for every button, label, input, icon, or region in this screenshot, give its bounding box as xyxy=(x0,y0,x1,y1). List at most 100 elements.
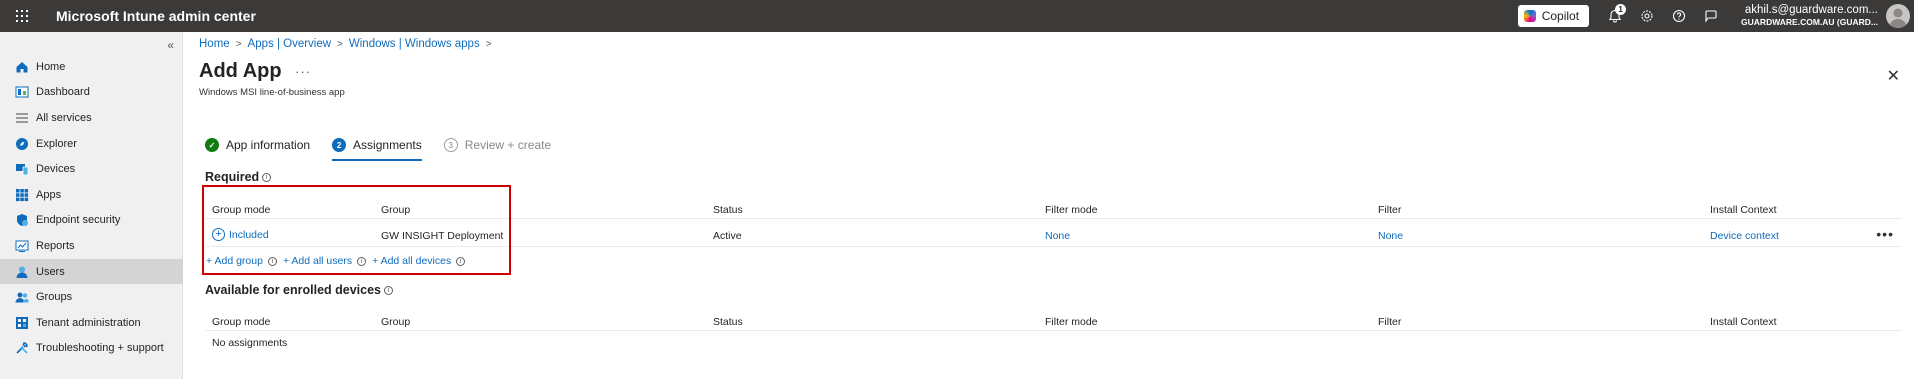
sidebar-item-label: Tenant administration xyxy=(36,316,141,329)
groups-icon xyxy=(14,289,30,305)
step-label: Review + create xyxy=(464,138,552,152)
wrench-icon xyxy=(14,340,30,356)
dashboard-icon xyxy=(14,84,30,100)
help-icon xyxy=(1672,9,1686,23)
column-header: Filter xyxy=(1378,316,1402,328)
sidebar-item-label: Home xyxy=(36,60,66,73)
available-section-title: Available for enrolled devices i xyxy=(205,283,393,297)
copilot-icon xyxy=(1523,10,1536,22)
column-header: Install Context xyxy=(1710,316,1777,328)
info-icon[interactable]: i xyxy=(262,172,272,182)
step-label: App information xyxy=(226,138,311,152)
sidebar: « Home Dashboard All services Explorer D… xyxy=(0,32,183,379)
install-context-link[interactable]: Device context xyxy=(1710,230,1779,242)
notifications-button[interactable]: 1 xyxy=(1599,0,1631,32)
sidebar-item-home[interactable]: Home xyxy=(0,54,183,80)
app-title[interactable]: Microsoft Intune admin center xyxy=(56,8,256,24)
shield-icon xyxy=(14,212,30,228)
sidebar-item-apps[interactable]: Apps xyxy=(0,182,183,208)
column-header: Group xyxy=(381,316,411,328)
column-header: Install Context xyxy=(1710,204,1777,216)
divider xyxy=(205,330,1902,331)
tab-app-information[interactable]: ✓ App information xyxy=(205,134,310,156)
person-icon xyxy=(1889,8,1907,28)
user-tenant: GUARDWARE.COM.AU (GUARD... xyxy=(1741,17,1878,27)
sidebar-item-label: Troubleshooting + support xyxy=(36,342,164,355)
step-label: Assignments xyxy=(353,138,422,152)
sidebar-item-label: Endpoint security xyxy=(36,214,121,227)
section-title-text: Required xyxy=(205,170,260,184)
info-icon[interactable]: i xyxy=(384,285,393,295)
main-content: Home > Apps | Overview > Windows | Windo… xyxy=(183,32,1914,379)
top-bar: Microsoft Intune admin center Copilot 1 … xyxy=(0,0,1914,32)
column-header: Filter xyxy=(1378,204,1402,216)
sidebar-item-endpoint-security[interactable]: Endpoint security xyxy=(0,208,183,234)
column-header: Status xyxy=(713,316,743,328)
explorer-icon xyxy=(14,136,30,152)
breadcrumb-windows-apps[interactable]: Windows | Windows apps xyxy=(349,38,480,50)
list-icon xyxy=(14,110,30,126)
chevron-right-icon: > xyxy=(337,38,343,50)
column-header: Group mode xyxy=(212,316,271,328)
close-icon[interactable]: ✕ xyxy=(1887,66,1900,86)
sidebar-nav: Home Dashboard All services Explorer Dev… xyxy=(0,54,183,361)
sidebar-item-label: Explorer xyxy=(36,137,77,150)
copilot-button[interactable]: Copilot xyxy=(1517,5,1590,27)
sidebar-item-all-services[interactable]: All services xyxy=(0,105,183,131)
sidebar-item-label: Dashboard xyxy=(36,86,90,99)
devices-icon xyxy=(14,161,30,177)
feedback-button[interactable] xyxy=(1695,0,1727,32)
home-icon xyxy=(14,59,30,75)
avatar[interactable] xyxy=(1886,4,1910,28)
sidebar-item-label: All services xyxy=(36,111,92,124)
page-title: Add App xyxy=(199,60,282,82)
more-options-button[interactable]: ··· xyxy=(295,64,311,79)
row-more-options-button[interactable]: ••• xyxy=(1876,226,1894,242)
app-launcher-icon[interactable] xyxy=(0,0,44,32)
section-title-text: Available for enrolled devices xyxy=(205,283,381,297)
collapse-sidebar-button[interactable]: « xyxy=(167,38,174,52)
empty-state-text: No assignments xyxy=(212,337,288,349)
tab-review-create[interactable]: 3 Review + create xyxy=(443,134,552,156)
notification-count-badge: 1 xyxy=(1615,4,1627,15)
tab-assignments[interactable]: 2 Assignments xyxy=(332,134,422,161)
tenant-icon xyxy=(14,315,30,331)
chevron-right-icon: > xyxy=(235,38,242,50)
sidebar-item-label: Devices xyxy=(36,163,76,176)
feedback-icon xyxy=(1705,10,1717,23)
step-number: 2 xyxy=(332,138,347,152)
gear-icon xyxy=(1641,10,1653,22)
user-icon xyxy=(14,264,30,280)
chevron-right-icon: > xyxy=(485,38,492,50)
sidebar-item-devices[interactable]: Devices xyxy=(0,156,183,182)
filter-mode-link[interactable]: None xyxy=(1045,230,1070,242)
sidebar-item-troubleshooting[interactable]: Troubleshooting + support xyxy=(0,336,183,362)
sidebar-item-label: Groups xyxy=(36,291,73,304)
required-section-title: Required i xyxy=(205,170,272,184)
sidebar-item-label: Users xyxy=(36,265,65,278)
breadcrumb-apps-overview[interactable]: Apps | Overview xyxy=(248,38,332,50)
account-manager[interactable]: akhil.s@guardware.com... GUARDWARE.COM.A… xyxy=(1741,4,1878,28)
sidebar-item-groups[interactable]: Groups xyxy=(0,284,183,310)
highlight-box xyxy=(202,185,511,275)
sidebar-item-explorer[interactable]: Explorer xyxy=(0,131,183,157)
settings-button[interactable] xyxy=(1631,0,1663,32)
sidebar-item-tenant-administration[interactable]: Tenant administration xyxy=(0,310,183,336)
page-subtitle: Windows MSI line-of-business app xyxy=(199,87,345,98)
help-button[interactable] xyxy=(1663,0,1695,32)
sidebar-item-users[interactable]: Users xyxy=(0,258,183,285)
breadcrumb: Home > Apps | Overview > Windows | Windo… xyxy=(199,38,498,50)
user-email: akhil.s@guardware.com... xyxy=(1744,4,1878,16)
wizard-steps: ✓ App information 2 Assignments 3 Review… xyxy=(205,134,573,161)
step-number: 3 xyxy=(443,138,458,152)
filter-link[interactable]: None xyxy=(1378,230,1403,242)
sidebar-item-label: Apps xyxy=(36,188,62,201)
column-header: Filter mode xyxy=(1045,316,1098,328)
check-icon: ✓ xyxy=(205,138,219,152)
sidebar-item-dashboard[interactable]: Dashboard xyxy=(0,80,183,106)
breadcrumb-home[interactable]: Home xyxy=(199,38,230,50)
sidebar-item-reports[interactable]: Reports xyxy=(0,233,183,259)
column-header: Filter mode xyxy=(1045,204,1098,216)
sidebar-item-label: Reports xyxy=(36,239,75,252)
column-header: Status xyxy=(713,204,743,216)
